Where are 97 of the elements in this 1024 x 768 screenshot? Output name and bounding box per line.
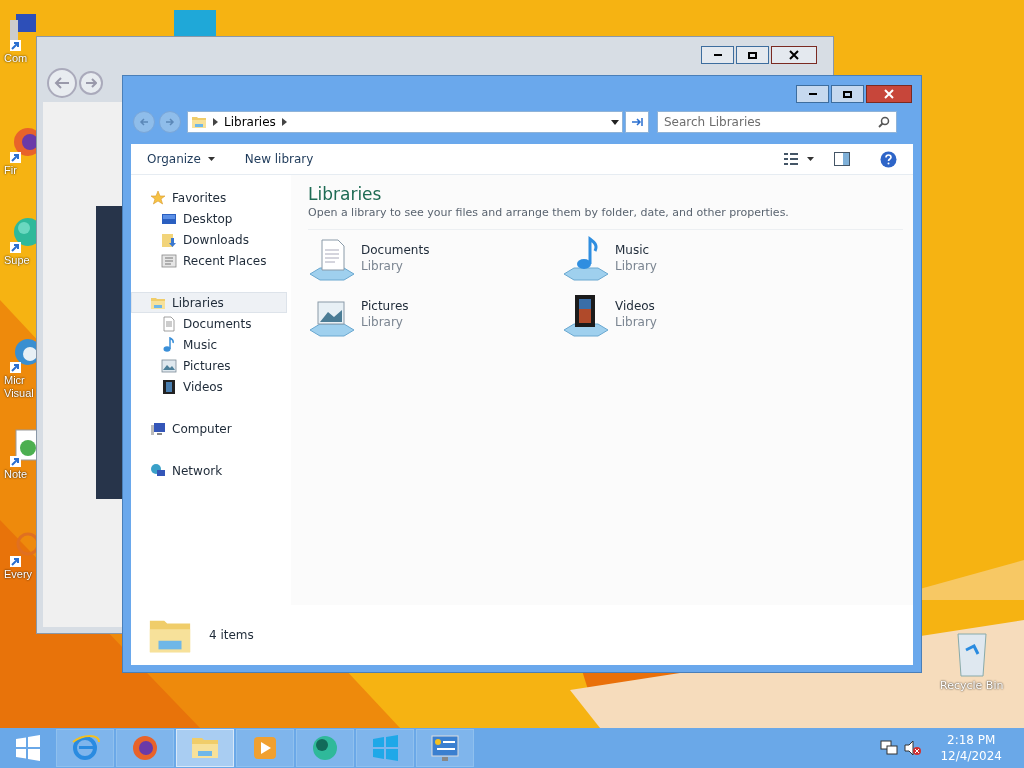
caret-icon (807, 157, 814, 161)
nav-label: Computer (172, 420, 232, 438)
forward-button[interactable] (79, 71, 103, 95)
close-icon (789, 50, 799, 60)
icon-label: Micr (4, 374, 25, 387)
nav-item[interactable]: Favorites (131, 187, 287, 208)
library-name: Pictures (361, 297, 409, 314)
nav-item[interactable]: Libraries (131, 292, 287, 313)
library-tile[interactable]: Documents Library (308, 235, 562, 282)
icon-label: Supe (4, 254, 30, 267)
film-icon (161, 378, 177, 395)
nav-label: Recent Places (183, 252, 267, 270)
library-type: Library (361, 257, 404, 274)
help-icon[interactable] (880, 150, 897, 168)
computer-icon (150, 420, 166, 437)
nav-item[interactable]: Pictures (131, 355, 291, 376)
nav-label: Videos (183, 378, 223, 396)
search-icon (878, 116, 890, 128)
document-icon (161, 315, 177, 332)
nav-item[interactable]: Computer (131, 418, 287, 439)
taskbar-button[interactable] (116, 729, 174, 767)
library-type: Library (615, 257, 657, 274)
search-field[interactable]: Search Libraries (657, 111, 897, 133)
star-icon (150, 189, 166, 206)
nav-label: Favorites (172, 189, 227, 207)
item-count: 4 items (209, 627, 254, 644)
control-panel-icon (429, 732, 461, 764)
minimize-button[interactable] (796, 85, 829, 103)
preview-pane-icon[interactable] (834, 152, 850, 166)
breadcrumb[interactable]: Libraries (224, 113, 276, 131)
nav-item[interactable]: Desktop (131, 208, 291, 229)
right-arrow-icon (85, 78, 97, 88)
icon-label: Fir (4, 164, 17, 177)
view-options-button[interactable] (783, 152, 814, 166)
chevron-right-icon (281, 118, 287, 126)
address-bar[interactable]: Libraries (187, 111, 623, 133)
nav-item[interactable]: Downloads (131, 229, 291, 250)
maximize-button[interactable] (831, 85, 864, 103)
icon-label: Com (4, 52, 28, 65)
nav-label: Network (172, 462, 223, 480)
back-button[interactable] (47, 68, 77, 98)
dropdown-icon[interactable] (611, 119, 619, 125)
icon-label: Note (4, 468, 28, 481)
nav-item[interactable]: Videos (131, 376, 291, 397)
nav-item[interactable]: Music (131, 334, 291, 355)
nav-item[interactable]: Recent Places (131, 250, 291, 271)
computer-icon[interactable] (8, 12, 36, 52)
icon-label: Every (4, 568, 33, 581)
library-tile[interactable]: Pictures Library (308, 291, 562, 338)
network-icon (150, 462, 166, 479)
nav-label: Downloads (183, 231, 249, 249)
nav-label: Desktop (183, 210, 233, 228)
close-button[interactable] (866, 85, 912, 103)
taskbar-button[interactable] (236, 729, 294, 767)
speaker-muted-icon[interactable] (904, 740, 923, 756)
library-name: Videos (615, 297, 656, 314)
nav-label: Music (183, 336, 218, 354)
page-heading: Libraries (308, 183, 383, 205)
list-view-icon (783, 152, 799, 166)
music-note-icon (161, 336, 177, 353)
toolbar-button[interactable]: Organize (147, 150, 215, 168)
recent-places-icon (161, 252, 177, 269)
taskbar-button[interactable] (416, 729, 474, 767)
nav-item[interactable]: Network (131, 460, 287, 481)
nav-label: Libraries (172, 294, 224, 312)
music-library-icon (562, 235, 610, 282)
library-type: Library (361, 313, 404, 330)
close-icon (884, 89, 894, 99)
library-tile[interactable]: Videos Library (562, 291, 816, 338)
refresh-button[interactable] (625, 111, 649, 133)
folder-arrow-icon (161, 231, 177, 248)
page-description: Open a library to see your files and arrange them by folder, date, and other properties. (308, 205, 903, 230)
library-type: Library (615, 313, 657, 330)
maximize-button[interactable] (736, 46, 769, 64)
left-arrow-icon (139, 117, 149, 127)
right-arrow-icon (165, 117, 175, 127)
folder-icon (191, 114, 207, 130)
nav-label: Documents (183, 315, 252, 333)
close-button[interactable] (771, 46, 817, 64)
library-name: Documents (361, 241, 430, 258)
library-tile[interactable]: Music Library (562, 235, 816, 282)
minimize-button[interactable] (701, 46, 734, 64)
windows-icon (15, 735, 41, 761)
icon-label: Recycle Bin (940, 678, 1004, 694)
library-name: Music (615, 241, 651, 258)
nav-item[interactable]: Documents (131, 313, 291, 334)
search-input[interactable]: Search Libraries (664, 113, 878, 131)
taskbar-button[interactable] (296, 729, 354, 767)
windows-logo-shape (174, 10, 216, 38)
picture-icon (161, 357, 177, 374)
left-arrow-icon (54, 77, 70, 89)
chevron-right-icon (213, 118, 218, 126)
icon-label: Visual (4, 387, 34, 400)
nav-label: Pictures (183, 357, 231, 375)
network-icon[interactable] (880, 740, 899, 756)
refresh-icon (630, 116, 644, 128)
toolbar-button[interactable]: New library (244, 150, 314, 168)
